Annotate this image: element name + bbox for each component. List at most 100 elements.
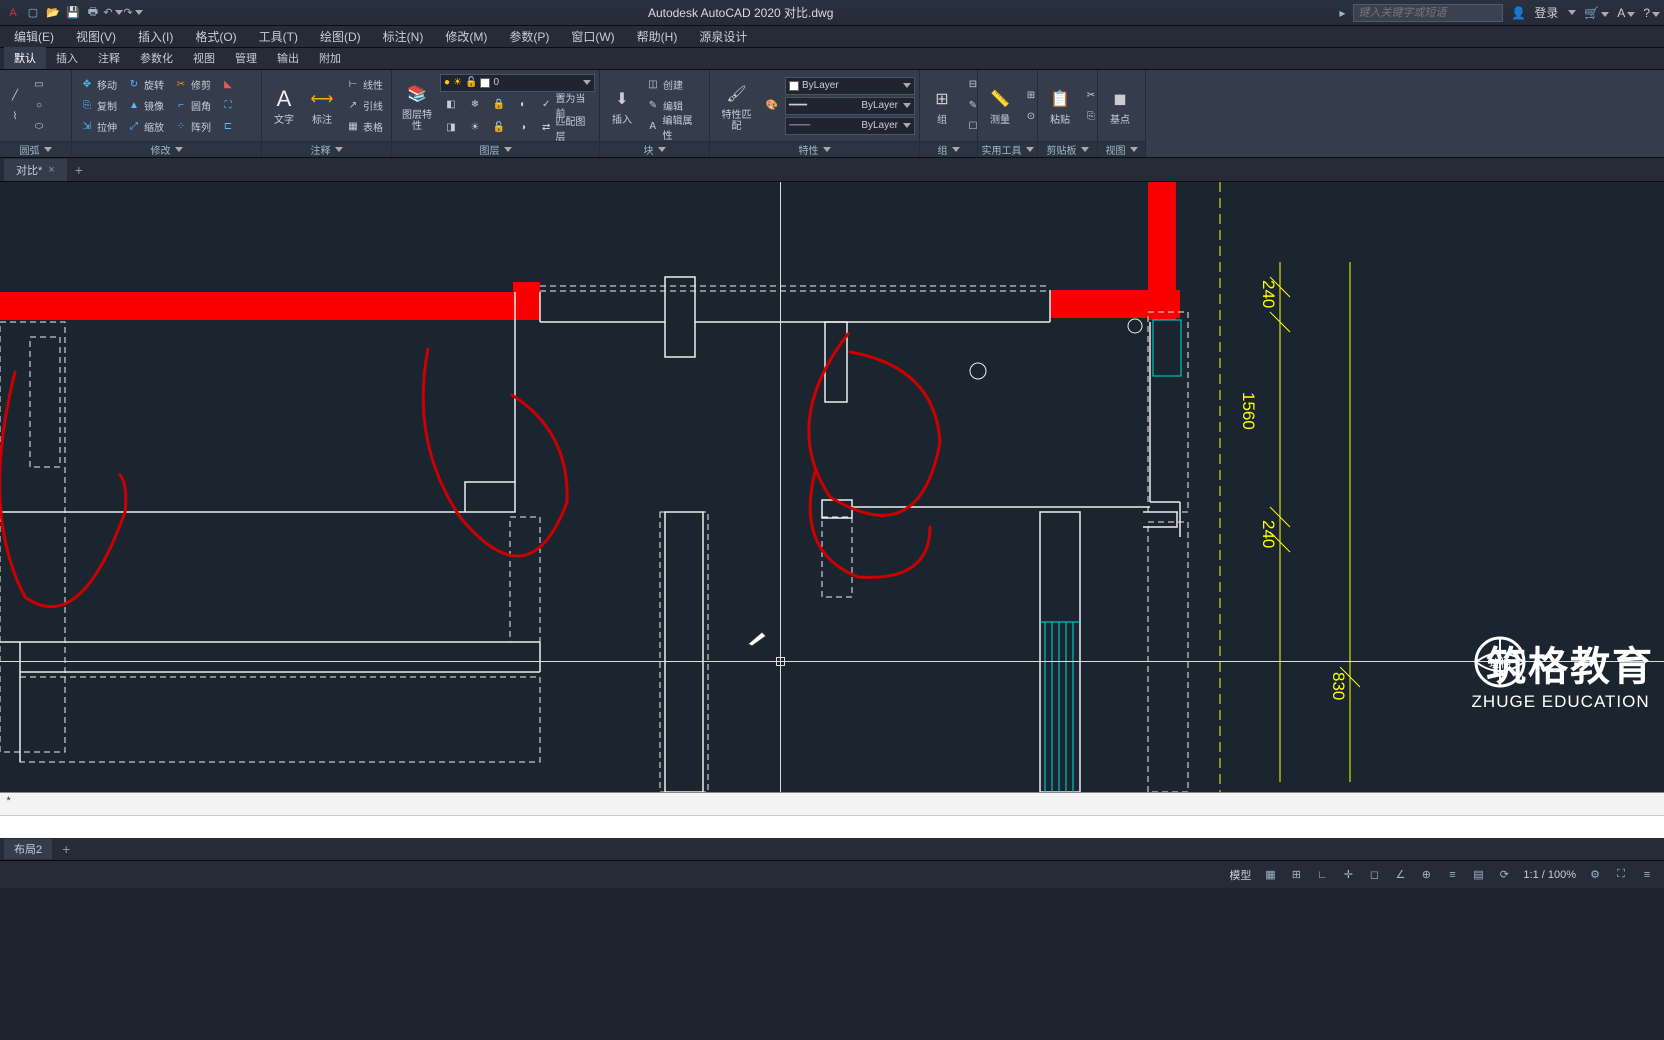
close-icon[interactable]: × xyxy=(48,164,54,176)
menu-yuanquan[interactable]: 源泉设计 xyxy=(689,26,757,47)
ribbon-tab-output[interactable]: 输出 xyxy=(267,47,309,69)
polar-icon[interactable]: ✛ xyxy=(1337,865,1359,885)
layer-off-icon[interactable]: ◐ xyxy=(512,95,534,115)
layer-freeze-icon[interactable]: ❄ xyxy=(464,95,486,115)
stretch-button[interactable]: ⇲拉伸 xyxy=(76,117,121,137)
menu-tools[interactable]: 工具(T) xyxy=(249,26,308,47)
exchange-icon[interactable]: 🛒 xyxy=(1584,6,1609,20)
polyline-button[interactable]: ⌇ xyxy=(4,106,26,126)
menu-window[interactable]: 窗口(W) xyxy=(561,26,624,47)
layer-iso-icon[interactable]: ◧ xyxy=(440,95,462,115)
status-model[interactable]: 模型 xyxy=(1225,867,1255,883)
create-block-button[interactable]: ◫创建 xyxy=(642,75,705,95)
dyn-icon[interactable]: ⊕ xyxy=(1415,865,1437,885)
new-layout-button[interactable]: + xyxy=(56,839,76,859)
linear-button[interactable]: ⊢线性 xyxy=(342,75,387,95)
ellipse-button[interactable]: ⬭ xyxy=(28,117,50,137)
signin-button[interactable]: 登录 xyxy=(1534,4,1558,21)
trim-button[interactable]: ✂修剪 xyxy=(170,75,215,95)
layer-props-button[interactable]: 📚图层特性 xyxy=(396,74,438,138)
layer-unlock-icon[interactable]: 🔓 xyxy=(488,118,510,138)
ribbon-tab-param[interactable]: 参数化 xyxy=(130,47,183,69)
arc-button[interactable]: 圆弧 xyxy=(20,142,40,157)
otrack-icon[interactable]: ∠ xyxy=(1389,865,1411,885)
menu-format[interactable]: 格式(O) xyxy=(185,26,246,47)
leader-button[interactable]: ↗引线 xyxy=(342,96,387,116)
redo-icon[interactable]: ↷ xyxy=(124,4,142,22)
layer-uniso-icon[interactable]: ◨ xyxy=(440,118,462,138)
layout-tab-2[interactable]: 布局2 xyxy=(4,839,52,859)
ribbon-tab-default[interactable]: 默认 xyxy=(4,47,46,69)
menu-help[interactable]: 帮助(H) xyxy=(627,26,688,47)
rotate-button[interactable]: ↻旋转 xyxy=(123,75,168,95)
insert-block-button[interactable]: ⬇插入 xyxy=(604,74,640,138)
move-button[interactable]: ✥移动 xyxy=(76,75,121,95)
circle-button[interactable]: ○ xyxy=(28,96,50,116)
ribbon-tab-manage[interactable]: 管理 xyxy=(225,47,267,69)
help-search-input[interactable] xyxy=(1353,4,1503,22)
color-dropdown[interactable]: ByLayer xyxy=(785,77,915,95)
paste-button[interactable]: 📋粘贴 xyxy=(1042,74,1078,138)
info-icon[interactable]: ▸ xyxy=(1339,6,1345,20)
fillet-button[interactable]: ⌐圆角 xyxy=(170,96,215,116)
table-button[interactable]: ▦表格 xyxy=(342,117,387,137)
autodesk-icon[interactable]: A xyxy=(1617,6,1635,20)
linetype-dropdown[interactable]: ───ByLayer xyxy=(785,117,915,135)
cycle-icon[interactable]: ⟳ xyxy=(1493,865,1515,885)
save-icon[interactable]: 💾 xyxy=(64,4,82,22)
lineweight-dropdown[interactable]: ━━━ByLayer xyxy=(785,97,915,115)
signin-icon[interactable]: 👤 xyxy=(1511,6,1526,20)
menu-draw[interactable]: 绘图(D) xyxy=(310,26,371,47)
menu-dim[interactable]: 标注(N) xyxy=(373,26,434,47)
line-button[interactable]: ╱ xyxy=(4,85,26,105)
eraser-icon[interactable]: ◣ xyxy=(217,75,239,95)
measure-button[interactable]: 📏测量 xyxy=(982,74,1018,138)
text-button[interactable]: A文字 xyxy=(266,74,302,138)
app-menu-icon[interactable]: A xyxy=(4,4,22,22)
layer-thaw-icon[interactable]: ☀ xyxy=(464,118,486,138)
ribbon-tab-view[interactable]: 视图 xyxy=(183,47,225,69)
new-tab-button[interactable]: + xyxy=(69,160,89,180)
osnap-icon[interactable]: ◻ xyxy=(1363,865,1385,885)
grid-icon[interactable]: ▦ xyxy=(1259,865,1281,885)
offset-icon[interactable]: ⊏ xyxy=(217,117,239,137)
print-icon[interactable]: 🖶 xyxy=(84,4,102,22)
settings-icon[interactable]: ⚙ xyxy=(1584,865,1606,885)
ribbon-tab-addon[interactable]: 附加 xyxy=(309,47,351,69)
layer-on-icon[interactable]: ◑ xyxy=(512,118,534,138)
basepoint-button[interactable]: ◼基点 xyxy=(1102,74,1138,138)
ortho-icon[interactable]: ∟ xyxy=(1311,865,1333,885)
menu-param[interactable]: 参数(P) xyxy=(499,26,559,47)
trans-icon[interactable]: ▤ xyxy=(1467,865,1489,885)
status-scale[interactable]: 1:1 / 100% xyxy=(1519,869,1580,881)
fullscreen-icon[interactable]: ⛶ xyxy=(1610,865,1632,885)
setcurrent-button[interactable]: ✓置为当前 xyxy=(536,95,595,115)
open-icon[interactable]: 📂 xyxy=(44,4,62,22)
customize-icon[interactable]: ≡ xyxy=(1636,865,1658,885)
file-tab[interactable]: 对比* × xyxy=(4,159,67,181)
dim-button[interactable]: ⟷标注 xyxy=(304,74,340,138)
menu-view[interactable]: 视图(V) xyxy=(66,26,126,47)
menu-edit[interactable]: 编辑(E) xyxy=(4,26,64,47)
mirror-button[interactable]: ▲镜像 xyxy=(123,96,168,116)
copy-button[interactable]: ⎘复制 xyxy=(76,96,121,116)
array-button[interactable]: ⁘阵列 xyxy=(170,117,215,137)
ribbon-tab-insert[interactable]: 插入 xyxy=(46,47,88,69)
ribbon-tab-annotate[interactable]: 注释 xyxy=(88,47,130,69)
editattr-button[interactable]: A编辑属性 xyxy=(642,117,705,137)
help-icon[interactable]: ? xyxy=(1643,6,1660,20)
command-input[interactable] xyxy=(0,815,1664,839)
layer-palette-icon[interactable]: 🎨 xyxy=(761,96,783,116)
matchlayer-button[interactable]: ⇄匹配图层 xyxy=(536,118,595,138)
lw-icon[interactable]: ≡ xyxy=(1441,865,1463,885)
new-icon[interactable]: ▢ xyxy=(24,4,42,22)
undo-icon[interactable]: ↶ xyxy=(104,4,122,22)
drawing-canvas[interactable]: 240 1560 240 830 筑格 筑格教育 ZHUGE EDUCATION xyxy=(0,182,1664,792)
explode-icon[interactable]: ⛶ xyxy=(217,96,239,116)
layer-lock-icon[interactable]: 🔒 xyxy=(488,95,510,115)
menu-insert[interactable]: 插入(I) xyxy=(128,26,183,47)
match-props-button[interactable]: 🖌特性匹配 xyxy=(714,74,759,138)
rect-button[interactable]: ▭ xyxy=(28,75,50,95)
group-button[interactable]: ⊞组 xyxy=(924,74,960,138)
snap-icon[interactable]: ⊞ xyxy=(1285,865,1307,885)
